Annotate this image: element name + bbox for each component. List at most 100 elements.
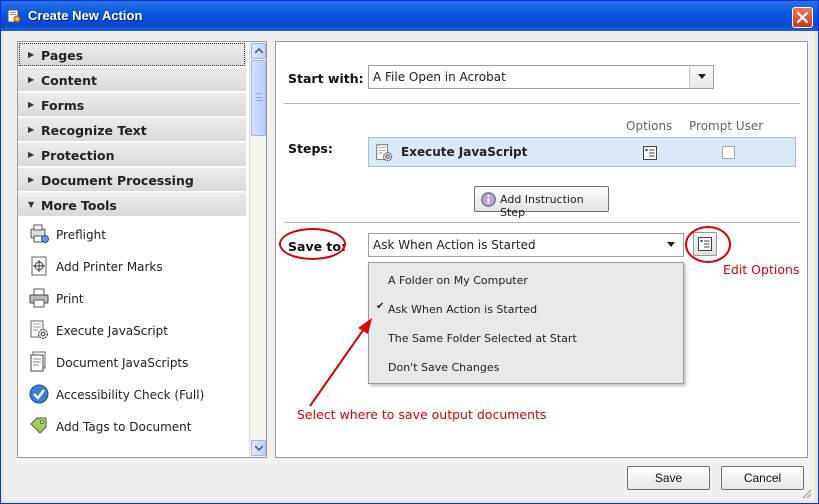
expand-arrow-icon: ▶ [28, 175, 35, 184]
edit-options-highlight-ellipse [685, 226, 731, 263]
document-javascript-icon [30, 351, 46, 372]
start-with-value: A File Open in Acrobat [373, 70, 506, 84]
collapse-arrow-icon: ▼ [28, 200, 35, 209]
category-pages[interactable]: ▶ Pages [18, 42, 246, 67]
javascript-gear-icon [30, 320, 48, 339]
printer-marks-icon [31, 256, 47, 276]
tag-icon [30, 417, 47, 434]
action-steps-panel: Start with: A File Open in Acrobat Optio… [275, 41, 808, 458]
option-label: The Same Folder Selected at Start [388, 332, 577, 345]
prompt-user-column-header: Prompt User [689, 119, 764, 133]
tool-label: Print [56, 292, 84, 306]
save-to-dropdown[interactable]: Ask When Action is Started [368, 233, 684, 257]
tool-preflight[interactable]: Preflight [18, 219, 246, 251]
tool-add-tags-to-document[interactable]: Add Tags to Document [18, 411, 246, 443]
category-label: Recognize Text [41, 123, 147, 138]
save-to-value: Ask When Action is Started [373, 238, 536, 252]
save-to-options-list: A Folder on My Computer ✔ Ask When Actio… [368, 262, 684, 384]
chevron-up-icon [255, 48, 263, 54]
dropdown-arrow-icon [698, 74, 706, 79]
annotation-arrow-icon [309, 318, 372, 407]
category-label: Document Processing [41, 173, 194, 188]
save-option-dont-save[interactable]: Don't Save Changes [369, 353, 683, 382]
category-document-processing[interactable]: ▶ Document Processing [18, 167, 246, 192]
option-label: Ask When Action is Started [388, 303, 538, 316]
title-bar[interactable]: Create New Action [1, 1, 818, 31]
chevron-down-icon [255, 445, 263, 451]
dropdown-button[interactable] [659, 234, 683, 256]
save-option-same-folder[interactable]: The Same Folder Selected at Start [369, 324, 683, 353]
category-recognize-text[interactable]: ▶ Recognize Text [18, 117, 246, 142]
expand-arrow-icon: ▶ [28, 125, 35, 134]
expand-arrow-icon: ▶ [28, 100, 35, 109]
tool-document-javascripts[interactable]: Document JavaScripts [18, 347, 246, 379]
cancel-button[interactable]: Cancel [721, 466, 804, 490]
dropdown-arrow-icon [667, 242, 675, 247]
start-with-label: Start with: [288, 71, 364, 86]
window-title: Create New Action [28, 8, 143, 23]
tool-add-printer-marks[interactable]: Add Printer Marks [18, 251, 246, 283]
category-label: Forms [41, 98, 85, 113]
category-label: Content [41, 73, 97, 88]
tool-label: Preflight [56, 228, 106, 242]
step-row-execute-javascript[interactable]: Execute JavaScript [368, 137, 796, 167]
save-to-highlight-ellipse [279, 228, 346, 260]
save-button[interactable]: Save [627, 466, 710, 490]
category-protection[interactable]: ▶ Protection [18, 142, 246, 167]
category-label: Protection [41, 148, 115, 163]
prompt-user-checkbox[interactable] [722, 146, 735, 159]
info-icon [481, 192, 496, 207]
tool-label: Accessibility Check (Full) [56, 388, 205, 402]
tool-accessibility-check-full[interactable]: Accessibility Check (Full) [18, 379, 246, 411]
section-divider [284, 222, 800, 223]
checkmark-icon: ✔ [376, 301, 385, 312]
step-options-icon[interactable] [643, 146, 657, 160]
dialog-content: ▶ Pages ▶ Content ▶ Forms ▶ Recognize Te… [5, 31, 814, 501]
javascript-gear-icon [376, 144, 393, 162]
add-instruction-step-button[interactable]: Add Instruction Step [474, 186, 609, 219]
tool-label: Add Printer Marks [56, 260, 163, 274]
category-content[interactable]: ▶ Content [18, 67, 246, 92]
grip-icon [256, 93, 262, 101]
tool-list: Preflight Add Printer Marks Print Execut… [18, 219, 246, 443]
category-forms[interactable]: ▶ Forms [18, 92, 246, 117]
steps-label: Steps: [288, 141, 333, 156]
scroll-up-button[interactable] [251, 43, 266, 59]
tools-scrollbar[interactable] [249, 42, 266, 457]
category-label: Pages [41, 48, 84, 63]
create-new-action-window: Create New Action ▶ Pages ▶ Content ▶ Fo… [0, 0, 819, 504]
category-list: ▶ Pages ▶ Content ▶ Forms ▶ Recognize Te… [18, 42, 246, 217]
preflight-icon [30, 224, 49, 243]
resize-grip-icon[interactable] [800, 487, 812, 499]
expand-arrow-icon: ▶ [28, 50, 35, 59]
close-icon [796, 11, 809, 24]
save-option-folder-on-computer[interactable]: A Folder on My Computer [369, 266, 683, 295]
edit-options-annotation: Edit Options [723, 262, 800, 277]
tool-execute-javascript[interactable]: Execute JavaScript [18, 315, 246, 347]
expand-arrow-icon: ▶ [28, 150, 35, 159]
step-label: Execute JavaScript [401, 145, 528, 159]
save-location-annotation: Select where to save output documents [297, 407, 547, 422]
section-divider [284, 103, 800, 104]
tool-label: Add Tags to Document [56, 420, 192, 434]
accessibility-check-icon [29, 384, 49, 404]
dropdown-button[interactable] [689, 66, 713, 88]
category-more-tools[interactable]: ▼ More Tools [18, 192, 246, 217]
option-label: A Folder on My Computer [388, 274, 528, 287]
scroll-thumb[interactable] [251, 60, 266, 136]
option-label: Don't Save Changes [388, 361, 500, 374]
action-wizard-icon [7, 9, 21, 23]
start-with-dropdown[interactable]: A File Open in Acrobat [368, 65, 714, 89]
save-option-ask-when-started[interactable]: ✔ Ask When Action is Started [369, 295, 683, 324]
tool-print[interactable]: Print [18, 283, 246, 315]
add-instruction-step-label: Add Instruction Step [500, 193, 584, 219]
tool-label: Execute JavaScript [56, 324, 168, 338]
printer-icon [29, 288, 49, 308]
close-button[interactable] [792, 7, 813, 28]
tool-label: Document JavaScripts [56, 356, 189, 370]
expand-arrow-icon: ▶ [28, 75, 35, 84]
scroll-down-button[interactable] [251, 440, 266, 456]
tools-panel: ▶ Pages ▶ Content ▶ Forms ▶ Recognize Te… [17, 41, 267, 458]
category-label: More Tools [41, 198, 117, 213]
options-column-header: Options [626, 119, 673, 133]
